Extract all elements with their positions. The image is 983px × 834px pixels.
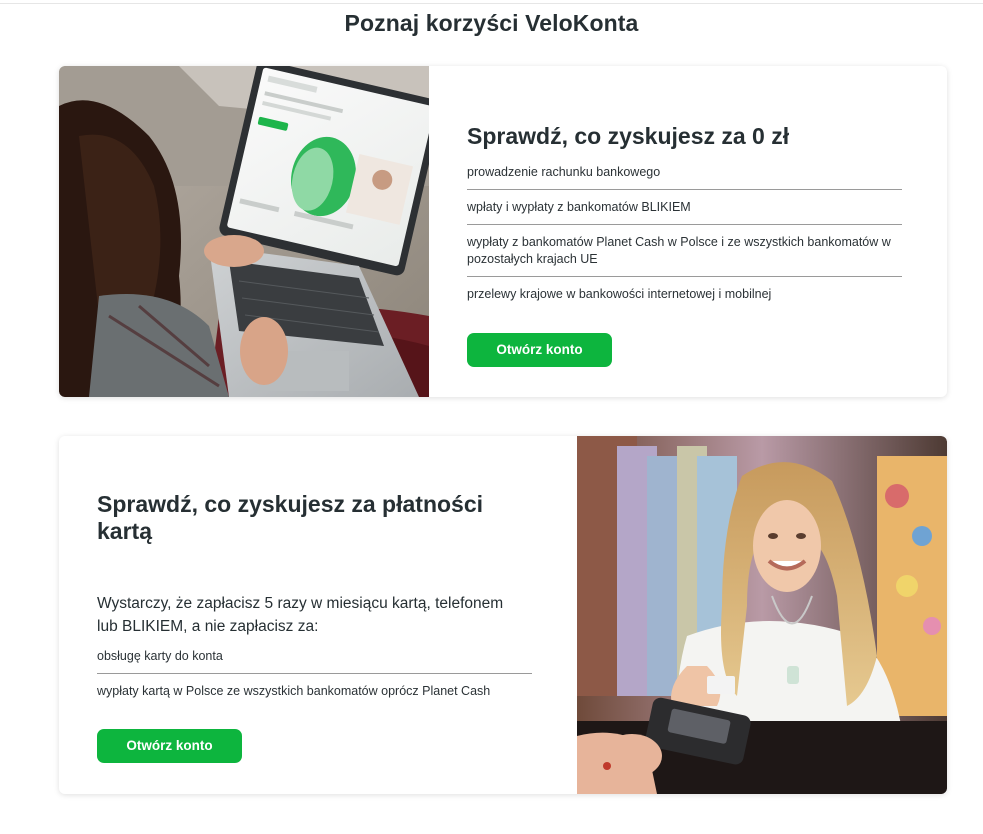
page-title: Poznaj korzyści VeloKonta <box>344 10 639 36</box>
section1-heading: Sprawdź, co zyskujesz za 0 zł <box>467 123 790 149</box>
section2-benefit-list: obsługę karty do konta wypłaty kartą w P… <box>97 646 532 708</box>
woman-laptop-photo <box>59 66 429 397</box>
benefit-card-free: Sprawdź, co zyskujesz za 0 zł prowadzeni… <box>59 66 947 397</box>
section2-content: Sprawdź, co zyskujesz za płatności kartą… <box>97 491 532 763</box>
section2-heading: Sprawdź, co zyskujesz za płatności kartą <box>97 491 484 544</box>
list-item: obsługę karty do konta <box>97 646 532 674</box>
section1-content: Sprawdź, co zyskujesz za 0 zł prowadzeni… <box>467 123 902 367</box>
open-account-button[interactable]: Otwórz konto <box>97 729 242 763</box>
list-item: wypłaty z bankomatów Planet Cash w Polsc… <box>467 225 902 277</box>
section2-lead: Wystarczy, że zapłacisz 5 razy w miesiąc… <box>97 595 504 635</box>
top-divider <box>0 0 983 4</box>
open-account-button[interactable]: Otwórz konto <box>467 333 612 367</box>
list-item: prowadzenie rachunku bankowego <box>467 162 902 190</box>
list-item: wypłaty kartą w Polsce ze wszystkich ban… <box>97 684 491 698</box>
benefit-card-card-payments: Sprawdź, co zyskujesz za płatności kartą… <box>59 436 947 794</box>
list-item: wpłaty i wypłaty z bankomatów BLIKIEM <box>467 190 902 225</box>
list-item: przelewy krajowe w bankowości internetow… <box>467 287 772 301</box>
woman-card-terminal-photo <box>577 436 947 794</box>
section1-benefit-list: prowadzenie rachunku bankowego wpłaty i … <box>467 162 902 311</box>
